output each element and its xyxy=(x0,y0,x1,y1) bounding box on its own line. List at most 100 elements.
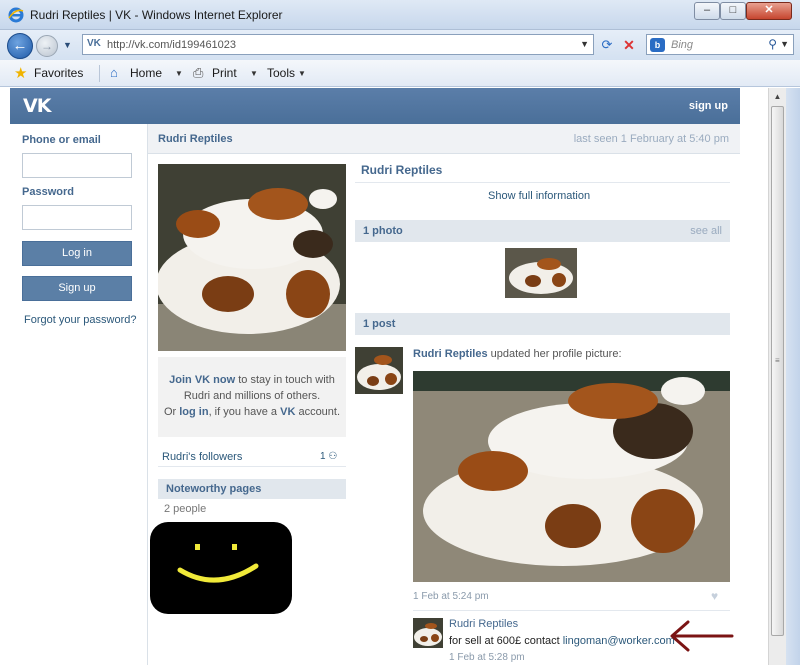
print-button[interactable]: Print xyxy=(212,66,237,80)
phone-field[interactable] xyxy=(22,153,132,178)
profile-name: Rudri Reptiles xyxy=(158,133,233,145)
password-field[interactable] xyxy=(22,205,132,230)
red-arrow-annotation xyxy=(668,618,734,657)
search-icon[interactable]: ⚲ xyxy=(768,37,777,51)
divider xyxy=(413,610,730,611)
window-title: Rudri Reptiles | VK - Windows Internet E… xyxy=(30,8,283,22)
join-text-3c: account. xyxy=(295,406,341,418)
vk-header: VK sign up xyxy=(10,88,740,124)
comment-author-link[interactable]: Rudri Reptiles xyxy=(449,618,518,630)
history-dropdown[interactable]: ▼ xyxy=(63,40,72,50)
stop-icon[interactable]: ✕ xyxy=(620,36,638,54)
comment-email-link[interactable]: lingoman@worker.com xyxy=(563,635,675,647)
heart-icon[interactable]: ♥ xyxy=(711,589,718,603)
profile-name-bar: Rudri Reptiles last seen 1 February at 5… xyxy=(148,124,741,154)
photo-thumbnail[interactable] xyxy=(505,248,577,298)
noteworthy-count: 2 people xyxy=(164,503,207,515)
post-date[interactable]: 1 Feb at 5:24 pm xyxy=(413,591,489,602)
comment-avatar[interactable] xyxy=(413,618,443,648)
post-action: updated her profile picture: xyxy=(487,348,622,360)
bing-logo-icon: b xyxy=(650,38,665,52)
home-icon: ⌂ xyxy=(110,65,118,80)
last-seen: last seen 1 February at 5:40 pm xyxy=(573,133,729,145)
url-dropdown[interactable]: ▼ xyxy=(580,39,589,49)
page-margin xyxy=(740,88,768,665)
show-full-info-link[interactable]: Show full information xyxy=(488,190,590,202)
comment-text: for sell at 600£ contact lingoman@worker… xyxy=(449,635,675,647)
divider xyxy=(158,466,346,467)
forgot-password-link[interactable]: Forgot your password? xyxy=(24,314,137,326)
vk-word: VK xyxy=(280,406,296,418)
wall-title: 1 post xyxy=(363,318,396,330)
url-text[interactable]: http://vk.com/id199461023 xyxy=(107,39,236,51)
tools-dropdown[interactable]: ▼ xyxy=(298,69,306,78)
sign-up-link[interactable]: sign up xyxy=(689,100,728,112)
vk-logo[interactable]: VK xyxy=(23,95,51,117)
page-margin xyxy=(0,88,10,665)
back-button[interactable]: ← xyxy=(7,33,33,59)
favorites-bar: ★ Favorites ⌂ Home ▼ ⎙ Print ▼ Tools ▼ xyxy=(0,60,800,87)
phone-label: Phone or email xyxy=(22,134,101,146)
refresh-icon[interactable]: ⟳ xyxy=(598,36,616,54)
join-vk-box: Join VK now to stay in touch with Rudri … xyxy=(158,357,346,437)
post-header: Rudri Reptiles updated her profile pictu… xyxy=(413,348,622,360)
forward-button[interactable]: → xyxy=(36,35,58,57)
comment-body: for sell at 600£ contact xyxy=(449,635,563,647)
maximize-button[interactable]: □ xyxy=(720,2,746,20)
join-text-3b: , if you have a xyxy=(208,406,281,418)
smiley-face-drawing xyxy=(150,522,292,614)
profile-photo[interactable] xyxy=(158,164,346,351)
password-label: Password xyxy=(22,186,74,198)
comment-date[interactable]: 1 Feb at 5:28 pm xyxy=(449,652,525,663)
home-button[interactable]: Home xyxy=(130,66,162,80)
people-icon: ⚇ xyxy=(328,451,338,462)
post-avatar[interactable] xyxy=(355,347,403,394)
star-icon: ★ xyxy=(14,65,28,82)
noteworthy-header[interactable]: Noteworthy pages xyxy=(158,479,346,499)
login-sidebar: Phone or email Password Log in Sign up F… xyxy=(10,124,146,665)
print-icon: ⎙ xyxy=(193,65,204,80)
post-author-link[interactable]: Rudri Reptiles xyxy=(413,348,488,360)
profile-content: Rudri Reptiles last seen 1 February at 5… xyxy=(147,124,741,665)
window-titlebar: Rudri Reptiles | VK - Windows Internet E… xyxy=(0,0,800,30)
scrollbar-grip-icon: ≡ xyxy=(775,356,780,365)
signup-button[interactable]: Sign up xyxy=(22,276,132,301)
search-placeholder: Bing xyxy=(671,39,694,51)
login-link[interactable]: log in xyxy=(179,406,208,418)
home-dropdown[interactable]: ▼ xyxy=(175,69,183,78)
back-icon: ← xyxy=(12,37,28,54)
favorites-button[interactable]: Favorites xyxy=(34,66,83,80)
see-all-link[interactable]: see all xyxy=(690,225,722,237)
search-input[interactable]: b Bing ⚲ ▼ xyxy=(646,34,794,55)
ie-logo-icon xyxy=(8,7,24,23)
scrollbar-thumb[interactable] xyxy=(771,106,784,636)
scroll-up-icon[interactable]: ▲ xyxy=(769,88,786,105)
join-line-2: Rudri and millions of others. xyxy=(183,390,321,402)
login-button[interactable]: Log in xyxy=(22,241,132,266)
join-text-3a: Or xyxy=(163,406,180,418)
info-name: Rudri Reptiles xyxy=(361,163,443,177)
window-frame xyxy=(786,88,800,665)
photos-title: 1 photo xyxy=(363,225,403,237)
minimize-button[interactable]: – xyxy=(694,2,720,20)
join-line-1: Join VK now to stay in touch with xyxy=(158,372,346,388)
forward-icon: → xyxy=(41,39,53,53)
vk-favicon-icon: VK xyxy=(87,38,101,49)
close-button[interactable]: ✕ xyxy=(746,2,792,20)
divider xyxy=(355,182,730,183)
address-input[interactable]: VK http://vk.com/id199461023 ▼ xyxy=(82,34,594,55)
followers-link[interactable]: Rudri's followers xyxy=(162,451,242,463)
photos-header[interactable]: 1 photo see all xyxy=(355,220,730,242)
join-vk-link[interactable]: Join VK now xyxy=(169,374,235,386)
wall-header[interactable]: 1 post xyxy=(355,313,730,335)
tools-button[interactable]: Tools xyxy=(267,66,295,80)
join-text-1: to stay in touch with xyxy=(235,374,335,386)
post-photo[interactable] xyxy=(413,371,730,582)
search-dropdown[interactable]: ▼ xyxy=(780,39,789,49)
vertical-scrollbar[interactable]: ▲ ≡ xyxy=(768,88,786,665)
print-dropdown[interactable]: ▼ xyxy=(250,69,258,78)
join-line-3: Or log in, if you have a VK account. xyxy=(158,404,346,420)
toolbar-divider xyxy=(99,65,100,82)
noteworthy-title: Noteworthy pages xyxy=(166,483,262,495)
followers-count[interactable]: 1 ⚇ xyxy=(320,451,337,462)
